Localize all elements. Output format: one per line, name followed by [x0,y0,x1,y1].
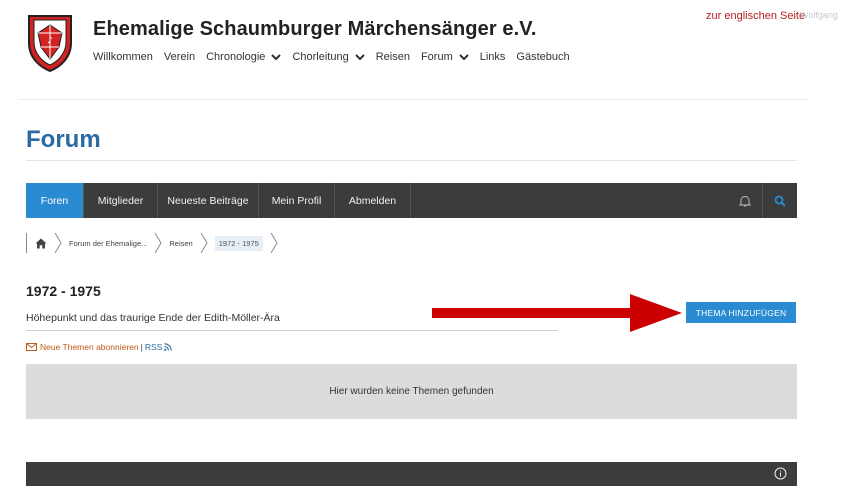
page-title: Forum [26,126,101,153]
breadcrumb-separator-icon [154,232,162,254]
breadcrumb-separator-icon [200,232,208,254]
navbar-spacer [411,183,728,218]
site-title[interactable]: Ehemalige Schaumburger Märchensänger e.V… [93,18,537,41]
forum-navbar: Foren Mitglieder Neueste Beiträge Mein P… [26,183,797,218]
title-divider [26,160,797,161]
tab-foren[interactable]: Foren [26,183,84,218]
add-topic-button[interactable]: THEMA HINZUFÜGEN [686,302,796,323]
nav-label: Gästebuch [516,51,570,63]
nav-item-links[interactable]: Links [480,51,506,63]
home-icon[interactable] [35,238,47,249]
info-icon[interactable] [774,467,787,480]
chevron-down-icon [354,54,365,61]
subforum-links: Neue Themen abonnieren | RSS [26,342,173,352]
search-button[interactable] [763,183,797,218]
nav-item-gaestebuch[interactable]: Gästebuch [516,51,569,63]
red-arrow-annotation-icon [432,294,682,332]
rss-label: RSS [144,342,163,352]
nav-label: Verein [163,51,196,63]
nav-item-verein[interactable]: Verein [164,51,195,63]
nav-label: Forum [420,51,453,63]
tab-abmelden[interactable]: Abmelden [335,183,411,218]
tab-neueste-beitraege[interactable]: Neueste Beiträge [158,183,259,218]
tab-mein-profil[interactable]: Mein Profil [259,183,335,218]
rss-link[interactable]: RSS [144,342,173,352]
nav-label: Reisen [375,51,410,63]
nav-label: Chronologie [206,51,266,63]
rss-icon [164,343,173,351]
breadcrumb-item-forum[interactable]: Forum der Ehemalige... [69,239,147,248]
tab-mitglieder[interactable]: Mitglieder [84,183,158,218]
notifications-button[interactable] [728,183,763,218]
chevron-down-icon [459,54,469,61]
nav-item-forum[interactable]: Forum [421,51,469,63]
nav-item-willkommen[interactable]: Willkommen [93,51,153,63]
club-crest-logo[interactable]: ♪ [26,13,74,73]
nav-label: Chorleitung [292,51,349,63]
breadcrumb-item-reisen[interactable]: Reisen [169,239,192,248]
empty-message-text: Hier wurden keine Themen gefunden [329,386,494,397]
footer-bar [26,462,797,486]
nav-label: Links [479,51,506,63]
subscribe-label: Neue Themen abonnieren [40,342,139,352]
header-divider [18,99,808,100]
nav-label: Willkommen [93,51,153,63]
empty-topics-message: Hier wurden keine Themen gefunden [26,364,797,419]
faded-username-text: Wolfgang [800,10,838,20]
english-page-link[interactable]: zur englischen Seite [706,10,805,22]
envelope-icon [26,343,37,351]
nav-item-chronologie[interactable]: Chronologie [206,51,282,63]
breadcrumb-item-current: 1972 - 1975 [214,235,263,251]
nav-item-reisen[interactable]: Reisen [376,51,410,63]
search-icon [774,195,786,207]
subforum-title: 1972 - 1975 [26,283,101,299]
nav-item-chorleitung[interactable]: Chorleitung [292,51,365,63]
main-navigation: Willkommen Verein Chronologie Chorleitun… [93,51,581,63]
svg-text:♪: ♪ [47,36,53,46]
chevron-down-icon [271,54,282,61]
breadcrumb: Forum der Ehemalige... Reisen 1972 - 197… [26,230,285,256]
link-separator: | [140,342,143,352]
subforum-description: Höhepunkt und das traurige Ende der Edit… [26,312,280,324]
breadcrumb-separator-icon [270,232,278,254]
bell-icon [738,195,752,206]
subscribe-link[interactable]: Neue Themen abonnieren [26,342,139,352]
breadcrumb-separator-icon [54,232,62,254]
breadcrumb-start-bar [26,233,27,253]
